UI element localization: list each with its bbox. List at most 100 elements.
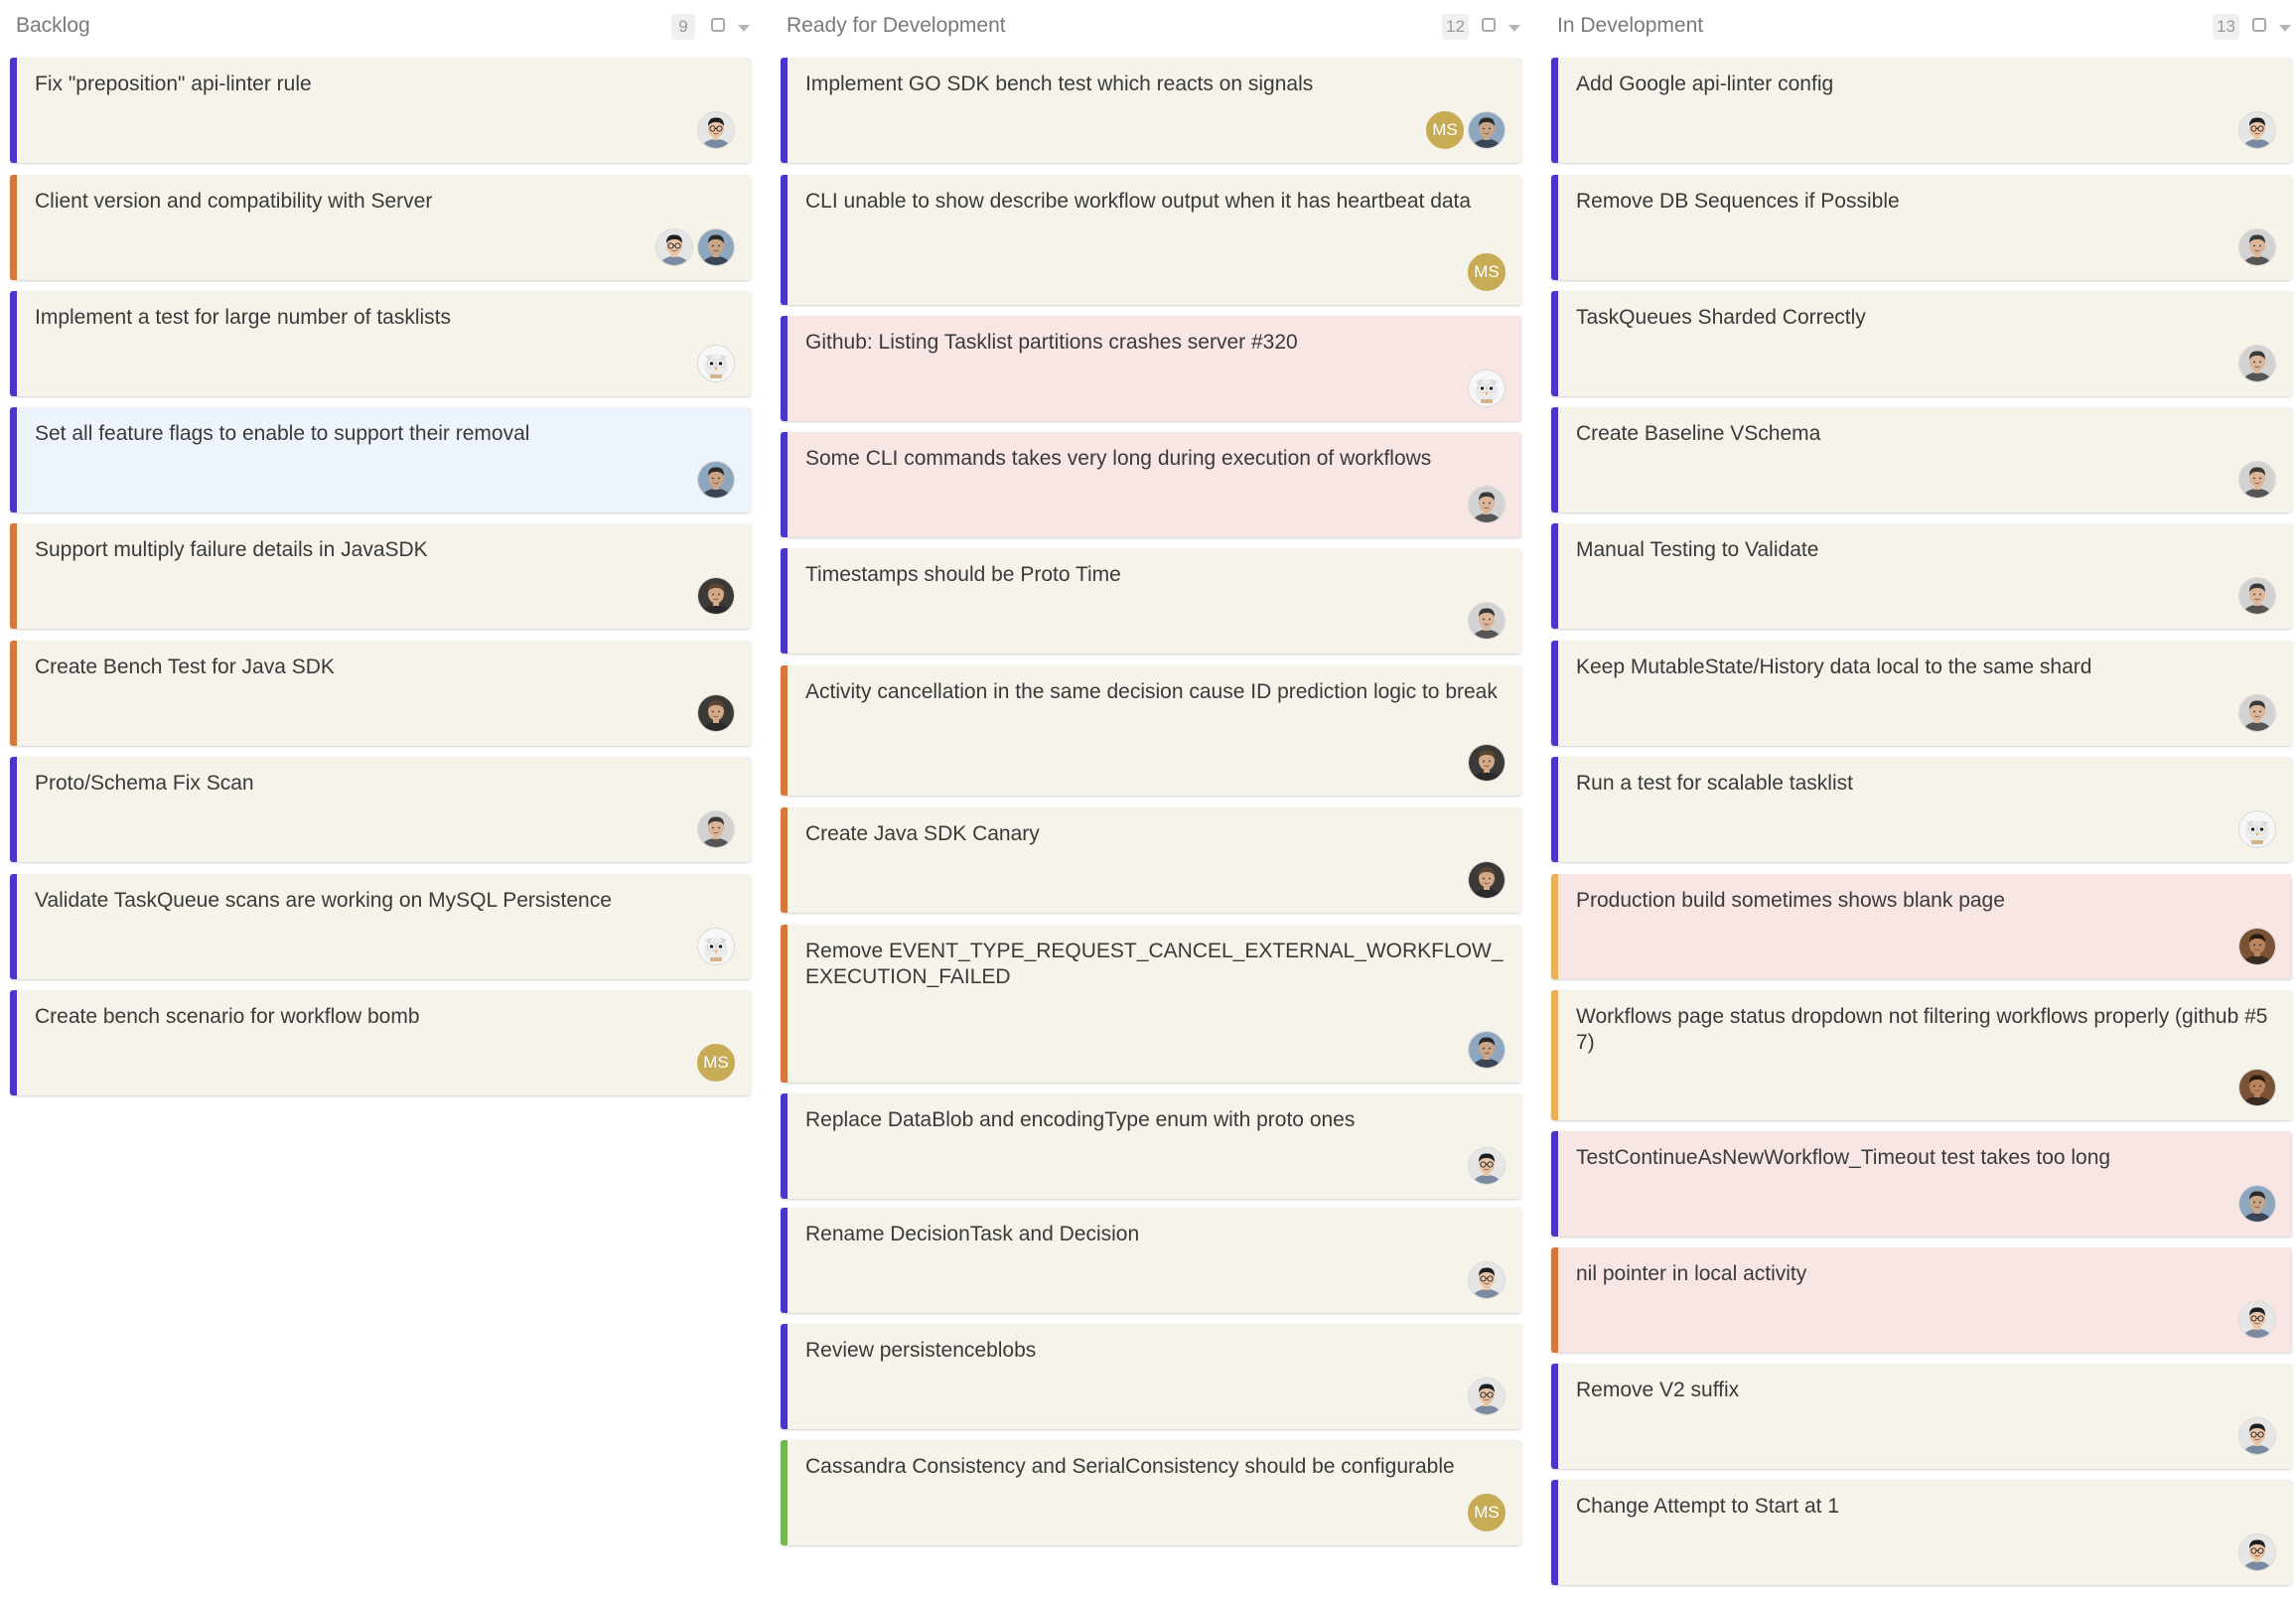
user-avatar[interactable] [2238, 461, 2276, 499]
task-card[interactable]: Activity cancellation in the same decisi… [781, 665, 1521, 796]
task-card[interactable]: TestContinueAsNewWorkflow_Timeout test t… [1551, 1131, 2292, 1236]
task-card[interactable]: Github: Listing Tasklist partitions cras… [781, 316, 1521, 421]
task-card-title: Timestamps should be Proto Time [805, 563, 1121, 586]
task-card[interactable]: Validate TaskQueue scans are working on … [10, 874, 751, 979]
task-card[interactable]: Create Bench Test for Java SDK [10, 641, 751, 746]
user-avatar[interactable] [697, 111, 735, 149]
task-card-title: Support multiply failure details in Java… [35, 538, 428, 561]
task-card[interactable]: Create Java SDK Canary [781, 807, 1521, 913]
task-card[interactable]: Keep MutableState/History data local to … [1551, 641, 2292, 746]
task-card-title: Implement a test for large number of tas… [35, 306, 452, 329]
task-card[interactable]: TaskQueues Sharded Correctly [1551, 291, 2292, 396]
chevron-down-icon[interactable] [2279, 25, 2291, 32]
assignee-avatars [697, 577, 735, 615]
chevron-down-icon[interactable] [738, 25, 750, 32]
user-avatar[interactable] [2238, 577, 2276, 615]
user-avatar[interactable] [2238, 1069, 2276, 1106]
user-avatar[interactable] [1468, 486, 1506, 523]
avatar-initials[interactable]: MS [1426, 111, 1464, 149]
select-all-checkbox[interactable] [2252, 18, 2266, 32]
user-avatar[interactable] [1468, 111, 1506, 149]
user-avatar[interactable] [697, 461, 735, 499]
assignee-avatars [1468, 602, 1506, 640]
task-card-title: Client version and compatibility with Se… [35, 190, 433, 213]
task-card-title: TestContinueAsNewWorkflow_Timeout test t… [1576, 1146, 2111, 1169]
user-avatar[interactable] [655, 228, 693, 266]
task-card[interactable]: nil pointer in local activity [1551, 1247, 2292, 1353]
owl-avatar-icon[interactable] [697, 928, 735, 965]
user-avatar[interactable] [697, 810, 735, 848]
task-card[interactable]: Workflows page status dropdown not filte… [1551, 990, 2292, 1120]
task-card-title: Proto/Schema Fix Scan [35, 772, 254, 795]
select-all-checkbox[interactable] [711, 18, 725, 32]
assignee-avatars [697, 111, 735, 149]
assignee-avatars [697, 461, 735, 499]
user-avatar[interactable] [2238, 928, 2276, 965]
task-card-title: Rename DecisionTask and Decision [805, 1223, 1140, 1245]
task-card[interactable]: Set all feature flags to enable to suppo… [10, 407, 751, 512]
assignee-avatars [1468, 744, 1506, 782]
task-card[interactable]: Run a test for scalable tasklist [1551, 757, 2292, 862]
avatar-initials[interactable]: MS [1468, 1494, 1506, 1531]
assignee-avatars [2238, 1417, 2276, 1455]
task-card[interactable]: Production build sometimes shows blank p… [1551, 874, 2292, 979]
task-card[interactable]: Replace DataBlob and encodingType enum w… [781, 1093, 1521, 1199]
user-avatar[interactable] [2238, 111, 2276, 149]
task-card-title: Fix "preposition" api-linter rule [35, 73, 312, 95]
user-avatar[interactable] [2238, 1185, 2276, 1223]
task-card[interactable]: Client version and compatibility with Se… [10, 175, 751, 280]
owl-avatar-icon[interactable] [2238, 810, 2276, 848]
owl-avatar-icon[interactable] [1468, 369, 1506, 407]
task-card[interactable]: Fix "preposition" api-linter rule [10, 58, 751, 163]
task-card[interactable]: Cassandra Consistency and SerialConsiste… [781, 1440, 1521, 1545]
task-card[interactable]: Remove EVENT_TYPE_REQUEST_CANCEL_EXTERNA… [781, 925, 1521, 1083]
owl-avatar-icon[interactable] [697, 345, 735, 382]
user-avatar[interactable] [1468, 1378, 1506, 1415]
task-card[interactable]: Support multiply failure details in Java… [10, 523, 751, 629]
column-title: Ready for Development [787, 14, 1006, 37]
user-avatar[interactable] [1468, 602, 1506, 640]
task-card[interactable]: Remove V2 suffix [1551, 1364, 2292, 1469]
assignee-avatars [655, 228, 735, 266]
task-card[interactable]: Review persistenceblobs [781, 1324, 1521, 1429]
task-card[interactable]: Create Baseline VSchema [1551, 407, 2292, 512]
task-card[interactable]: Change Attempt to Start at 1 [1551, 1480, 2292, 1585]
user-avatar[interactable] [1468, 1031, 1506, 1069]
task-card[interactable]: Timestamps should be Proto Time [781, 548, 1521, 654]
user-avatar[interactable] [1468, 1261, 1506, 1299]
user-avatar[interactable] [697, 228, 735, 266]
assignee-avatars [2238, 345, 2276, 382]
avatar-initials[interactable]: MS [697, 1044, 735, 1082]
user-avatar[interactable] [697, 694, 735, 732]
task-card[interactable]: Create bench scenario for workflow bomb M… [10, 990, 751, 1095]
task-card[interactable]: Manual Testing to Validate [1551, 523, 2292, 629]
assignee-avatars [2238, 1533, 2276, 1571]
user-avatar[interactable] [1468, 1147, 1506, 1185]
avatar-initials[interactable]: MS [1468, 253, 1506, 291]
task-card[interactable]: Remove DB Sequences if Possible [1551, 175, 2292, 280]
user-avatar[interactable] [1468, 861, 1506, 899]
user-avatar[interactable] [2238, 694, 2276, 732]
assignee-avatars: MS [697, 1044, 735, 1082]
board-column: Ready for Development 12 Implement GO SDK … [781, 0, 1521, 1545]
task-card[interactable]: CLI unable to show describe workflow out… [781, 175, 1521, 305]
chevron-down-icon[interactable] [1508, 25, 1520, 32]
user-avatar[interactable] [2238, 1417, 2276, 1455]
task-card[interactable]: Add Google api-linter config [1551, 58, 2292, 163]
task-card-title: Change Attempt to Start at 1 [1576, 1495, 1839, 1518]
user-avatar[interactable] [1468, 744, 1506, 782]
task-card-title: Remove V2 suffix [1576, 1379, 1740, 1401]
task-card[interactable]: Proto/Schema Fix Scan [10, 757, 751, 862]
user-avatar[interactable] [697, 577, 735, 615]
task-card[interactable]: Rename DecisionTask and Decision [781, 1208, 1521, 1313]
task-card[interactable]: Implement a test for large number of tas… [10, 291, 751, 396]
user-avatar[interactable] [2238, 228, 2276, 266]
user-avatar[interactable] [2238, 1301, 2276, 1339]
task-card[interactable]: Some CLI commands takes very long during… [781, 432, 1521, 537]
user-avatar[interactable] [2238, 1533, 2276, 1571]
user-avatar[interactable] [2238, 345, 2276, 382]
column-header: Backlog 9 [10, 0, 751, 56]
task-card-title: Manual Testing to Validate [1576, 538, 1819, 561]
select-all-checkbox[interactable] [1482, 18, 1496, 32]
task-card[interactable]: Implement GO SDK bench test which reacts… [781, 58, 1521, 163]
